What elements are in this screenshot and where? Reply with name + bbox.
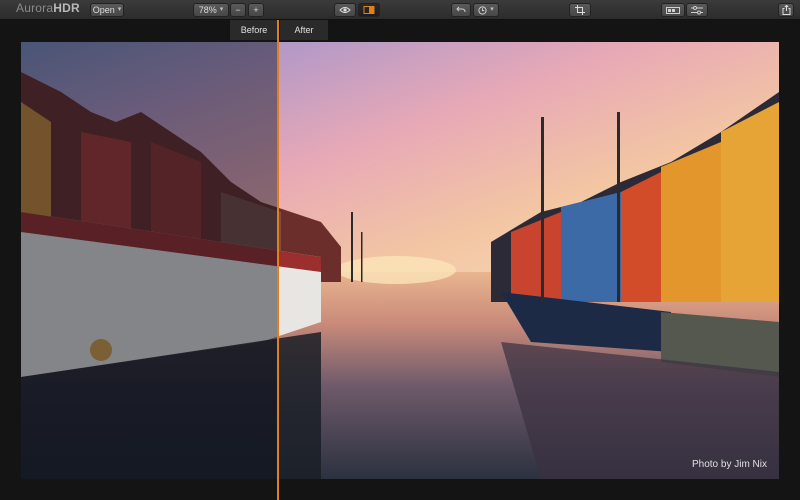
history-button[interactable]: ▾ [473,3,499,17]
photo-canvas[interactable]: Photo by Jim Nix [21,42,779,479]
before-tab[interactable]: Before [230,20,278,40]
app-title-suffix: HDR [53,1,80,15]
zoom-select[interactable]: 78% ▾ [193,3,229,17]
layers-icon [666,6,680,14]
after-label: After [294,25,314,35]
share-icon [782,5,790,15]
zoom-in-button[interactable]: + [248,3,264,17]
app-title: AuroraHDR [16,1,80,15]
chevron-down-icon: ▾ [117,6,122,13]
chevron-down-icon: ▾ [219,6,224,13]
split-view-button[interactable] [358,3,380,17]
layers-button[interactable] [661,3,685,17]
chevron-down-icon: ▾ [490,6,494,13]
before-label: Before [240,25,268,35]
history-icon [478,5,487,15]
adjustments-icon [691,5,703,14]
top-toolbar: AuroraHDR Open ▾ 78% ▾ − + ▾ [0,0,800,20]
split-view-icon [363,6,375,14]
after-tab[interactable]: After [280,20,328,40]
preview-toggle-button[interactable] [334,3,356,17]
zoom-out-button[interactable]: − [230,3,246,17]
crop-icon [575,5,585,15]
crop-button[interactable] [569,3,591,17]
zoom-out-label: − [235,5,241,15]
split-divider-handle[interactable] [277,20,279,500]
share-button[interactable] [778,3,794,17]
undo-button[interactable] [451,3,471,17]
open-button-label: Open [92,5,115,15]
open-button[interactable]: Open ▾ [90,3,124,17]
undo-icon [456,6,466,13]
photo-credit: Photo by Jim Nix [691,459,767,470]
app-title-prefix: Aurora [16,1,54,15]
before-overlay [21,42,278,479]
zoom-in-label: + [253,5,259,15]
zoom-value: 78% [198,5,217,15]
eye-icon [339,7,351,13]
adjustments-button[interactable] [686,3,708,17]
